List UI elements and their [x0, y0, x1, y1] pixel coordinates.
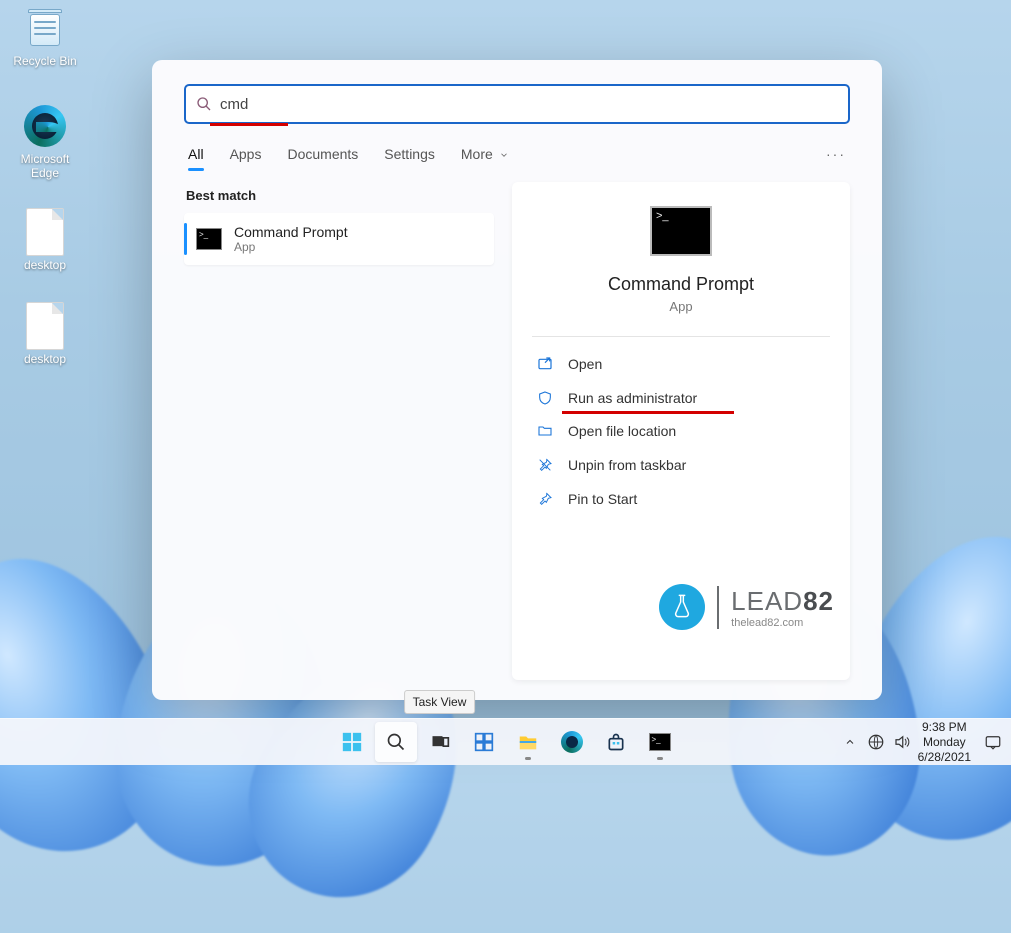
watermark: LEAD82 thelead82.com [659, 584, 834, 630]
edge-icon [560, 730, 584, 754]
result-title: Command Prompt [234, 224, 348, 240]
icon-label: desktop [5, 258, 85, 272]
icon-label: desktop [5, 352, 85, 366]
desktop-icon-file-1[interactable]: desktop [5, 210, 85, 272]
clock-date: 6/28/2021 [918, 750, 971, 765]
terminal-icon: >_ [648, 730, 672, 754]
taskbar: Task View [0, 718, 1011, 765]
taskbar-edge[interactable] [551, 722, 593, 762]
tab-apps[interactable]: Apps [230, 140, 262, 168]
store-icon [604, 730, 628, 754]
clock-time: 9:38 PM [918, 720, 971, 735]
taskview-icon [428, 730, 452, 754]
edge-icon [23, 104, 67, 148]
watermark-icon [659, 584, 705, 630]
icon-label: Microsoft Edge [5, 152, 85, 180]
open-icon [536, 355, 554, 373]
taskview-tooltip: Task View [404, 690, 476, 714]
result-subtitle: App [234, 240, 348, 254]
desktop-icon-edge[interactable]: Microsoft Edge [5, 104, 85, 180]
action-label: Unpin from taskbar [568, 457, 686, 473]
file-explorer-icon [516, 730, 540, 754]
result-command-prompt[interactable]: Command Prompt App [184, 213, 494, 265]
tab-all[interactable]: All [188, 140, 204, 168]
file-icon [23, 210, 67, 254]
widgets-icon [472, 730, 496, 754]
file-icon [23, 304, 67, 348]
folder-icon [536, 422, 554, 440]
search-tabs: All Apps Documents Settings More ··· [184, 126, 850, 176]
search-box[interactable] [184, 84, 850, 124]
taskbar-clock[interactable]: 9:38 PM Monday 6/28/2021 [918, 720, 971, 765]
recycle-bin-icon [23, 6, 67, 50]
notifications-icon[interactable] [983, 732, 1003, 752]
start-icon [340, 730, 364, 754]
volume-icon[interactable] [892, 732, 912, 752]
network-icon[interactable] [866, 732, 886, 752]
icon-label: Recycle Bin [5, 54, 85, 68]
desktop-icon-recycle-bin[interactable]: Recycle Bin [5, 6, 85, 68]
taskbar-store[interactable] [595, 722, 637, 762]
action-label: Open file location [568, 423, 676, 439]
separator [532, 336, 830, 337]
taskbar-taskview[interactable]: Task View [419, 722, 461, 762]
best-match-label: Best match [186, 188, 492, 203]
app-subtitle: App [669, 299, 692, 314]
shield-icon [536, 389, 554, 407]
search-icon [196, 96, 212, 112]
tab-settings[interactable]: Settings [384, 140, 435, 168]
action-run-admin[interactable]: Run as administrator [532, 381, 830, 415]
taskbar-explorer[interactable] [507, 722, 549, 762]
action-pin-start[interactable]: Pin to Start [532, 482, 830, 516]
action-label: Open [568, 356, 602, 372]
taskbar-widgets[interactable] [463, 722, 505, 762]
search-input[interactable] [220, 96, 838, 113]
results-column: Best match Command Prompt App [184, 182, 494, 680]
start-search-panel: All Apps Documents Settings More ··· Bes… [152, 60, 882, 700]
action-open[interactable]: Open [532, 347, 830, 381]
terminal-icon [196, 228, 222, 250]
taskbar-start[interactable] [331, 722, 373, 762]
action-open-file-location[interactable]: Open file location [532, 414, 830, 448]
action-label: Run as administrator [568, 390, 697, 406]
tab-documents[interactable]: Documents [287, 140, 358, 168]
more-options-button[interactable]: ··· [826, 146, 846, 162]
action-unpin-taskbar[interactable]: Unpin from taskbar [532, 448, 830, 482]
taskbar-terminal[interactable]: >_ [639, 722, 681, 762]
desktop-icon-file-2[interactable]: desktop [5, 304, 85, 366]
system-tray: 9:38 PM Monday 6/28/2021 [840, 719, 1003, 765]
app-title: Command Prompt [608, 274, 754, 295]
unpin-icon [536, 456, 554, 474]
chevron-down-icon [499, 150, 509, 160]
taskbar-search[interactable] [375, 722, 417, 762]
app-icon-large [650, 206, 712, 256]
action-label: Pin to Start [568, 491, 637, 507]
clock-day: Monday [918, 735, 971, 750]
pin-icon [536, 490, 554, 508]
tray-overflow[interactable] [840, 732, 860, 752]
search-icon [384, 730, 408, 754]
tab-more[interactable]: More [461, 140, 509, 168]
